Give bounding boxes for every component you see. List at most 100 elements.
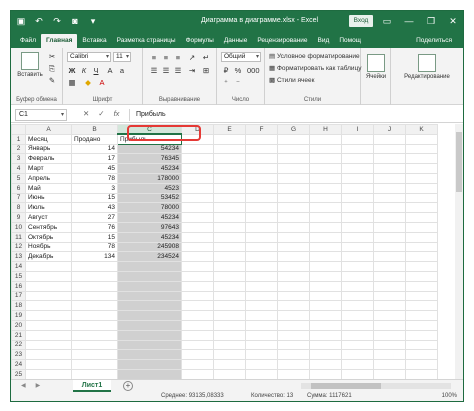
cell-i20[interactable]: [341, 319, 374, 331]
tab-insert[interactable]: Вставка: [77, 34, 111, 48]
cell-e20[interactable]: [213, 319, 246, 331]
cell-b12[interactable]: 78: [71, 241, 118, 253]
worksheet-grid[interactable]: A B C D E F G H I J K 1 Месяц Продано Прибыль 2 Январь 14…: [11, 124, 463, 379]
paste-button[interactable]: Вставить: [17, 52, 43, 78]
cell-b22[interactable]: [71, 339, 118, 351]
row-header[interactable]: 7: [11, 192, 26, 204]
cell-f6[interactable]: [245, 182, 278, 194]
cell-f2[interactable]: [245, 143, 278, 155]
cell-g13[interactable]: [277, 251, 310, 263]
cell-c10[interactable]: 97643: [117, 221, 182, 233]
font-grow-icon[interactable]: A: [105, 66, 115, 76]
cell-h21[interactable]: [309, 329, 342, 341]
tab-review[interactable]: Рецензирование: [252, 34, 312, 48]
cell-j25[interactable]: [373, 368, 406, 379]
cell-b7[interactable]: 15: [71, 192, 118, 204]
cell-b19[interactable]: [71, 310, 118, 321]
cell-k16[interactable]: [405, 280, 438, 292]
cell-a25[interactable]: [25, 368, 72, 379]
cell-d9[interactable]: [181, 212, 214, 223]
redo-icon[interactable]: ↷: [51, 15, 63, 27]
cell-g14[interactable]: [277, 261, 310, 272]
cell-j16[interactable]: [373, 280, 406, 292]
column-header-i[interactable]: I: [341, 124, 374, 135]
cell-b18[interactable]: [71, 300, 118, 312]
cell-b1[interactable]: Продано: [71, 133, 118, 145]
cell-f15[interactable]: [245, 270, 278, 282]
cell-g8[interactable]: [277, 202, 310, 214]
cell-d13[interactable]: [181, 251, 214, 263]
cell-g23[interactable]: [277, 349, 310, 361]
editing-button[interactable]: Редактирование: [395, 54, 459, 80]
fill-color-icon[interactable]: ◆: [83, 78, 93, 88]
tab-data[interactable]: Данные: [219, 34, 252, 48]
cell-i24[interactable]: [341, 359, 374, 370]
row-header[interactable]: 11: [11, 231, 26, 243]
cell-h5[interactable]: [309, 172, 342, 184]
cell-c3[interactable]: 76345: [117, 153, 182, 165]
cell-b3[interactable]: 17: [71, 153, 118, 165]
cell-k14[interactable]: [405, 261, 438, 272]
row-header[interactable]: 5: [11, 172, 26, 184]
cell-i22[interactable]: [341, 339, 374, 351]
cell-f11[interactable]: [245, 231, 278, 243]
cell-f25[interactable]: [245, 368, 278, 379]
cell-j6[interactable]: [373, 182, 406, 194]
cell-g15[interactable]: [277, 270, 310, 282]
cell-g5[interactable]: [277, 172, 310, 184]
cell-h19[interactable]: [309, 310, 342, 321]
row-header[interactable]: 2: [11, 143, 26, 155]
cell-i7[interactable]: [341, 192, 374, 204]
cell-c21[interactable]: [117, 329, 182, 341]
cell-h17[interactable]: [309, 290, 342, 302]
select-all-corner[interactable]: [11, 124, 26, 135]
cell-f8[interactable]: [245, 202, 278, 214]
cell-g16[interactable]: [277, 280, 310, 292]
cell-k3[interactable]: [405, 153, 438, 165]
cell-g24[interactable]: [277, 359, 310, 370]
cell-f4[interactable]: [245, 163, 278, 174]
cell-b2[interactable]: 14: [71, 143, 118, 155]
font-name-select[interactable]: Calibri: [67, 52, 111, 62]
add-sheet-button[interactable]: +: [123, 381, 133, 391]
cell-c11[interactable]: 45234: [117, 231, 182, 243]
cell-a11[interactable]: Октябрь: [25, 231, 72, 243]
orientation-icon[interactable]: ↗: [187, 53, 197, 63]
cell-a9[interactable]: Август: [25, 212, 72, 223]
cell-i14[interactable]: [341, 261, 374, 272]
cell-e7[interactable]: [213, 192, 246, 204]
font-size-select[interactable]: 11: [113, 52, 131, 62]
cell-j8[interactable]: [373, 202, 406, 214]
cell-j24[interactable]: [373, 359, 406, 370]
cell-k2[interactable]: [405, 143, 438, 155]
cell-k25[interactable]: [405, 368, 438, 379]
cell-i2[interactable]: [341, 143, 374, 155]
cell-h10[interactable]: [309, 221, 342, 233]
cell-a2[interactable]: Январь: [25, 143, 72, 155]
cell-d8[interactable]: [181, 202, 214, 214]
ribbon-display-icon[interactable]: ▭: [381, 15, 393, 27]
cell-h2[interactable]: [309, 143, 342, 155]
cell-c6[interactable]: 4523: [117, 182, 182, 194]
function-icon[interactable]: fx: [114, 109, 120, 118]
cell-b6[interactable]: 3: [71, 182, 118, 194]
cell-f16[interactable]: [245, 280, 278, 292]
row-header[interactable]: 3: [11, 153, 26, 165]
cell-j5[interactable]: [373, 172, 406, 184]
cell-g4[interactable]: [277, 163, 310, 174]
cell-j10[interactable]: [373, 221, 406, 233]
cell-j9[interactable]: [373, 212, 406, 223]
cell-h13[interactable]: [309, 251, 342, 263]
cell-d20[interactable]: [181, 319, 214, 331]
cell-j2[interactable]: [373, 143, 406, 155]
share-button[interactable]: Поделиться: [411, 34, 457, 48]
cell-j1[interactable]: [373, 133, 406, 145]
column-header-k[interactable]: K: [405, 124, 438, 135]
row-header[interactable]: 24: [11, 359, 26, 370]
cell-c24[interactable]: [117, 359, 182, 370]
cell-j20[interactable]: [373, 319, 406, 331]
cell-k6[interactable]: [405, 182, 438, 194]
cell-e16[interactable]: [213, 280, 246, 292]
vertical-scroll-thumb[interactable]: [456, 132, 462, 192]
cell-j17[interactable]: [373, 290, 406, 302]
